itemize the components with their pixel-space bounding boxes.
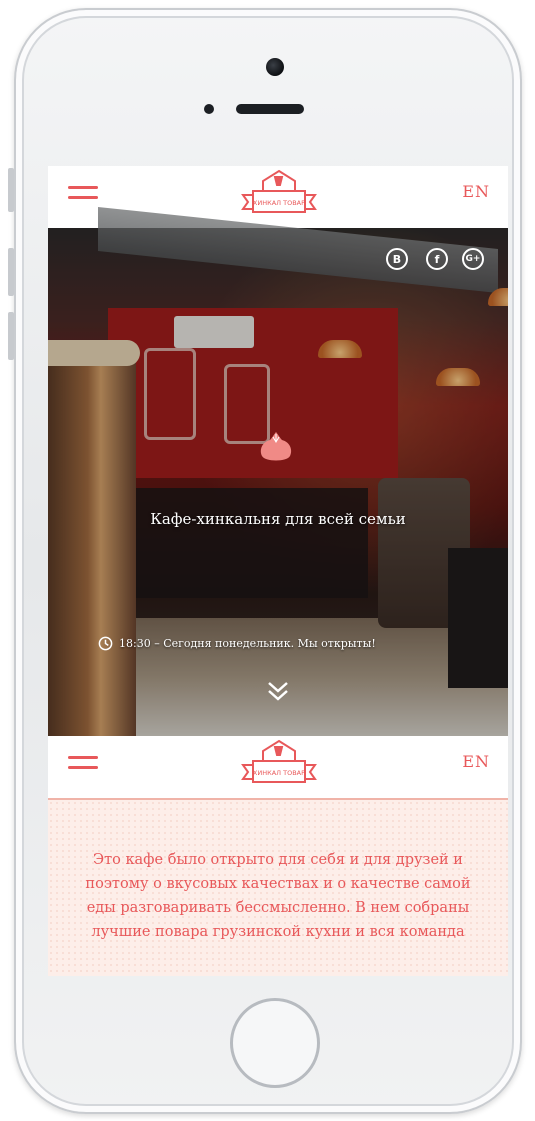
earpiece-speaker bbox=[236, 104, 304, 114]
logo-text: ХИНКАЛ ТОВАР bbox=[253, 199, 305, 207]
language-switch[interactable]: EN bbox=[462, 182, 490, 201]
menu-icon[interactable] bbox=[68, 756, 98, 774]
facebook-icon[interactable]: f bbox=[426, 248, 448, 270]
logo[interactable]: ХИНКАЛ ТОВАР bbox=[225, 738, 333, 796]
sticky-header: ХИНКАЛ ТОВАР EN bbox=[48, 736, 508, 798]
phone-screen: ХИНКАЛ ТОВАР EN B f G+ Кафе-хинкальня дл… bbox=[48, 166, 508, 976]
phone-volume-up bbox=[8, 248, 14, 296]
hero-section: B f G+ Кафе-хинкальня для всей семьи 18:… bbox=[48, 206, 508, 736]
logo-text: ХИНКАЛ ТОВАР bbox=[253, 769, 305, 777]
language-switch[interactable]: EN bbox=[462, 752, 490, 771]
proximity-sensor bbox=[204, 104, 214, 114]
khinkali-icon bbox=[260, 432, 292, 461]
logo[interactable]: ХИНКАЛ ТОВАР bbox=[225, 168, 333, 226]
google-plus-icon[interactable]: G+ bbox=[462, 248, 484, 270]
scroll-down-icon[interactable] bbox=[265, 680, 291, 702]
hero-tagline: Кафе-хинкальня для всей семьи bbox=[150, 510, 406, 528]
menu-icon[interactable] bbox=[68, 186, 98, 204]
front-camera bbox=[266, 58, 284, 76]
status-text: 18:30 – Сегодня понедельник. Мы открыты! bbox=[119, 637, 376, 650]
phone-volume-down bbox=[8, 312, 14, 360]
vk-icon[interactable]: B bbox=[386, 248, 408, 270]
phone-mute-switch bbox=[8, 168, 14, 212]
clock-icon bbox=[98, 636, 113, 651]
hero-overlay bbox=[48, 228, 508, 736]
about-section: Это кафе было открыто для себя и для дру… bbox=[48, 798, 508, 976]
about-text: Это кафе было открыто для себя и для дру… bbox=[85, 852, 471, 940]
opening-status: 18:30 – Сегодня понедельник. Мы открыты! bbox=[98, 636, 376, 651]
home-button[interactable] bbox=[230, 998, 320, 1088]
